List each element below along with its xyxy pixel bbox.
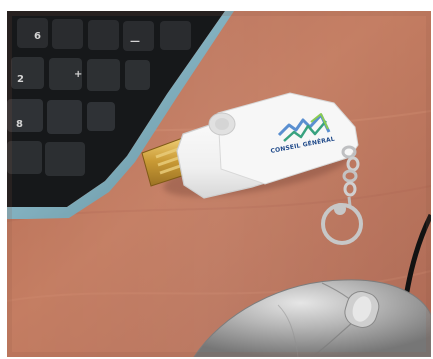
usb-drive-photo: 6 + 2 — 8 CONSEIL GÉNÉRAL (7, 11, 431, 357)
key-label-minus: — (130, 36, 140, 47)
photo-canvas: 6 + 2 — 8 CONSEIL GÉNÉRAL (7, 11, 431, 357)
key-label-2: 2 (17, 74, 24, 85)
key-label-8: 8 (16, 119, 23, 130)
key-label-6: 6 (34, 31, 41, 42)
photo-scene: 6 + 2 — 8 CONSEIL GÉNÉRAL (0, 0, 433, 359)
key-label-plus: + (74, 69, 82, 80)
